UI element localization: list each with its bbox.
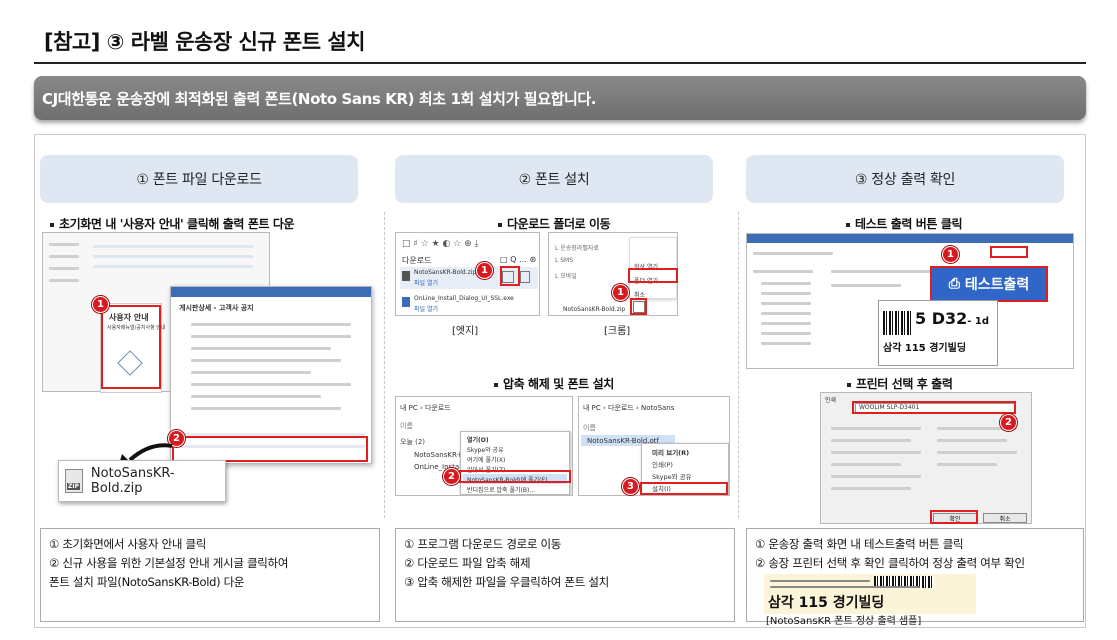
highlight-open-folder bbox=[628, 268, 678, 283]
bullet-square-icon bbox=[494, 382, 498, 387]
menu-item[interactable]: 반디집으로 압축 풀기(B)... bbox=[467, 485, 535, 494]
column-download: ① 폰트 파일 다운로드 bbox=[40, 155, 358, 203]
chrome-caption: [크롬] bbox=[604, 326, 631, 337]
step-marker-2: 2 bbox=[1000, 414, 1017, 431]
context-menu-extract: 열기(O) Skype와 공유 여기에 풀기(X) 알아서 풀기(Z) Noto… bbox=[460, 431, 570, 495]
barcode bbox=[883, 311, 911, 335]
notice-banner: CJ대한통운 운송장에 최적화된 출력 폰트(Noto Sans KR) 최초 … bbox=[34, 76, 1086, 120]
column-install: ② 폰트 설치 bbox=[395, 155, 713, 203]
test-print-button[interactable]: ⎙ 테스트출력 bbox=[930, 266, 1048, 302]
highlight-attachment bbox=[172, 436, 368, 462]
column-divider bbox=[384, 212, 385, 518]
step-marker-1: 1 bbox=[942, 246, 959, 263]
step-subtitle: 초기화면 내 '사용자 안내' 클릭해 출력 폰트 다운 bbox=[50, 215, 295, 232]
sample-caption: [NotoSansKR 폰트 정상 출력 샘플] bbox=[766, 616, 922, 627]
column-verify: ③ 정상 출력 확인 bbox=[746, 155, 1064, 203]
highlight-printer bbox=[852, 401, 1016, 414]
bullet-square-icon bbox=[846, 222, 850, 227]
menu-item[interactable]: 열기(O) bbox=[467, 435, 489, 444]
highlight-install bbox=[640, 482, 728, 495]
menu-item[interactable]: 인쇄(P) bbox=[652, 459, 673, 469]
menu-item[interactable]: Skype와 공유 bbox=[467, 445, 504, 454]
menu-item[interactable]: 미리 보기(R) bbox=[652, 447, 689, 457]
step-marker-1: 1 bbox=[612, 284, 629, 301]
step-header: ③ 정상 출력 확인 bbox=[746, 155, 1064, 203]
highlight-ok bbox=[930, 510, 978, 524]
label-preview: 5 D32- 1d 삼각 115 경기빌딩 bbox=[878, 300, 998, 366]
bullet-square-icon bbox=[847, 382, 851, 387]
sample-output: 삼각 115 경기빌딩 bbox=[764, 574, 976, 614]
step-subtitle: 압축 해제 및 폰트 설치 bbox=[494, 375, 614, 392]
title-underline bbox=[34, 62, 1086, 64]
bullet-square-icon bbox=[50, 222, 54, 227]
zip-file-icon bbox=[402, 271, 410, 281]
edge-caption: [엣지] bbox=[452, 326, 479, 337]
highlight-extract bbox=[459, 470, 571, 483]
menu-item[interactable]: 여기에 풀기(X) bbox=[467, 455, 505, 464]
step-header: ① 폰트 파일 다운로드 bbox=[40, 155, 358, 203]
step-header: ② 폰트 설치 bbox=[395, 155, 713, 203]
explorer-window-2: 내 PC › 다운로드 › NotoSans 이름 NotoSansKR-Bol… bbox=[578, 396, 730, 496]
bullet-square-icon bbox=[498, 222, 502, 227]
printer-icon: ⎙ bbox=[948, 276, 960, 292]
print-cancel-button[interactable]: 취소 bbox=[983, 513, 1027, 523]
column-divider bbox=[738, 212, 739, 518]
step-marker-2: 2 bbox=[443, 468, 460, 485]
step-notes: ① 프로그램 다운로드 경로로 이동 ② 다운로드 파일 압축 해제 ③ 압축 … bbox=[395, 528, 735, 622]
step-subtitle: 프린터 선택 후 출력 bbox=[847, 375, 953, 392]
step-notes: ① 초기화면에서 사용자 안내 클릭 ② 신규 사용을 위한 기본설정 안내 게… bbox=[40, 528, 380, 622]
page-title: [참고] ③ 라벨 운송장 신규 폰트 설치 bbox=[44, 30, 366, 54]
highlight-small-test-button bbox=[990, 246, 1028, 258]
highlight-folder-button bbox=[500, 266, 520, 286]
step-marker-1: 1 bbox=[92, 296, 109, 313]
step-marker-3: 3 bbox=[622, 478, 639, 495]
zip-file-item[interactable]: ZIP NotoSansKR-Bold.zip bbox=[58, 460, 226, 502]
exe-file-icon bbox=[402, 297, 410, 307]
step-marker-1: 1 bbox=[476, 262, 493, 279]
menu-item[interactable]: Skype와 공유 bbox=[652, 471, 692, 481]
delete-icon[interactable] bbox=[520, 271, 530, 283]
highlight-chevron bbox=[630, 298, 647, 315]
zip-file-icon: ZIP bbox=[65, 469, 83, 493]
step-subtitle: 다운로드 폴더로 이동 bbox=[498, 215, 611, 232]
step-subtitle: 테스트 출력 버튼 클릭 bbox=[846, 215, 963, 232]
highlight-user-guide bbox=[101, 305, 161, 389]
